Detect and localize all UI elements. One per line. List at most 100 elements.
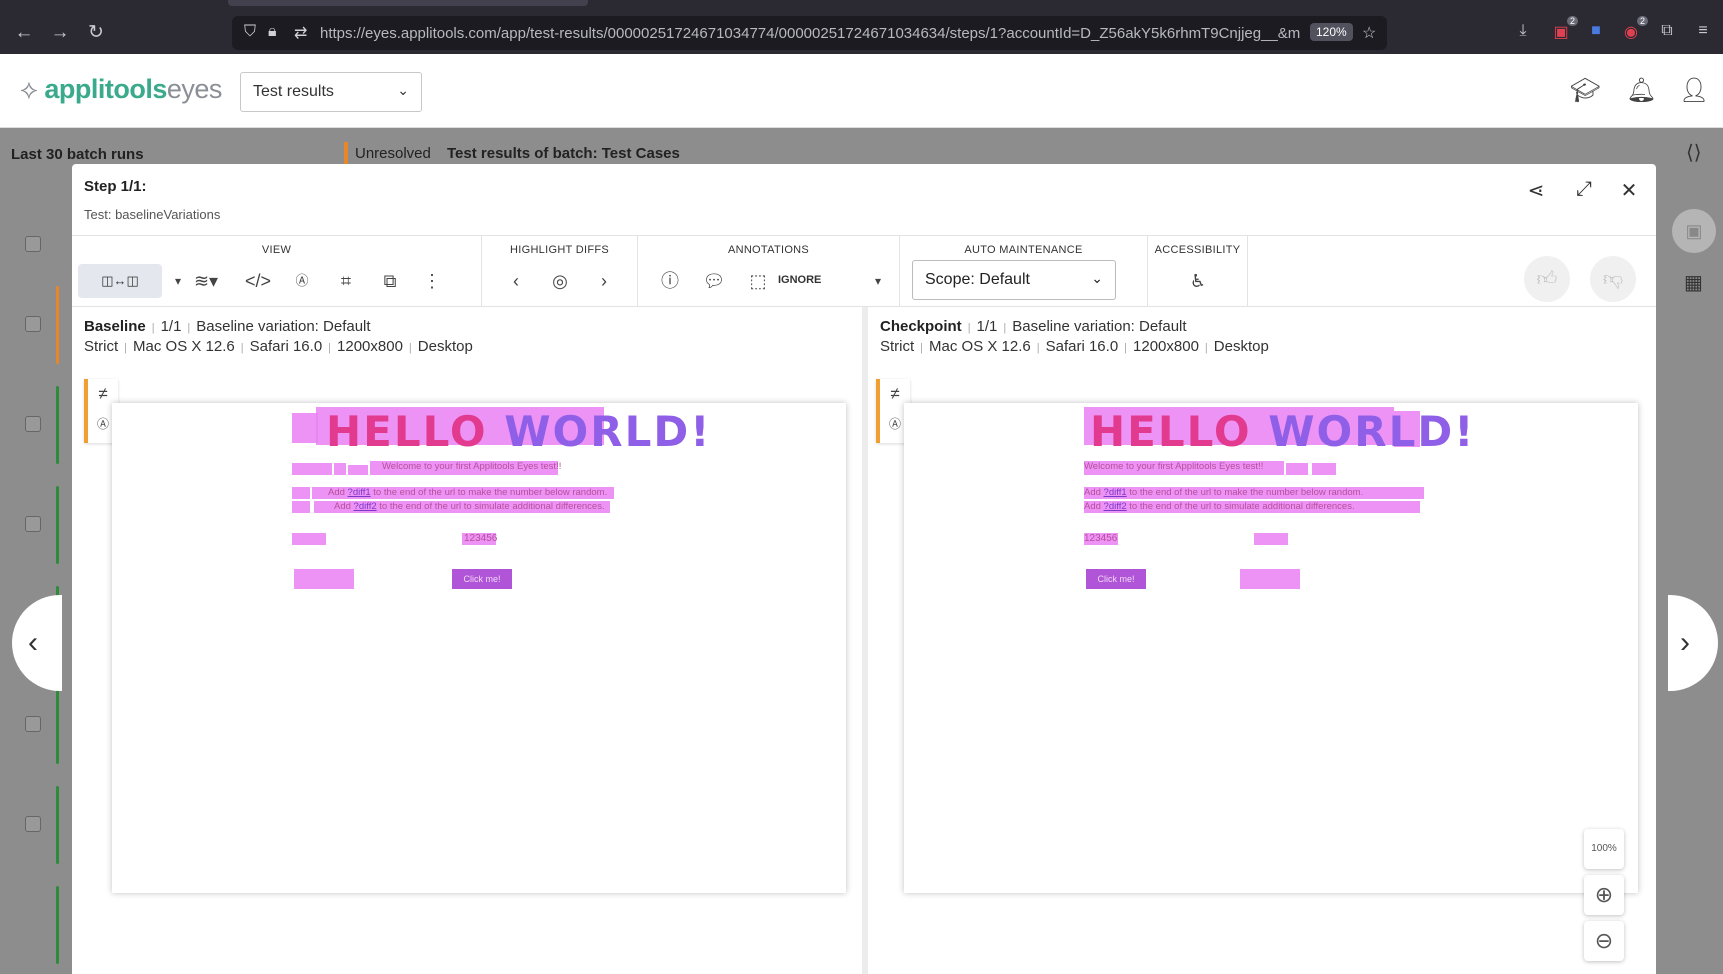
line1-suffix: to the end of the url to make the number… [1126, 487, 1364, 498]
menu-icon[interactable]: ≡ [1692, 22, 1714, 40]
baseline-meta-line2: Strict | Mac OS X 12.6 | Safari 16.0 | 1200x80… [84, 338, 473, 355]
issue-icon[interactable]: ⓘ [654, 266, 686, 296]
instruction-line-1: Add ?diff1 to the end of the url to make… [328, 487, 607, 498]
share-icon[interactable]: ⋖ [1522, 178, 1550, 203]
expand-icon[interactable]: ⤢ [1570, 178, 1598, 201]
accessibility-icon[interactable]: ♿︎ [1182, 266, 1214, 296]
annotation-dropdown-icon[interactable]: ▾ [862, 266, 894, 296]
extension-badge: 2 [1636, 16, 1648, 26]
instruction-line-2: Add ?diff2 to the end of the url to simu… [1084, 501, 1355, 512]
lock-icon[interactable]: 🔒︎ [268, 23, 277, 41]
table-settings-icon[interactable]: ▦ [1684, 270, 1703, 295]
checkpoint-variation: Baseline variation: Default [1012, 318, 1187, 335]
zoom-out-icon[interactable]: ⊖ [1584, 921, 1624, 961]
browser-tab-strip [228, 0, 588, 6]
extensions-icon[interactable]: ⧉ [1656, 22, 1678, 40]
ignore-label[interactable]: IGNORE [778, 274, 821, 286]
thumbs-down-icon[interactable]: 👎︎ [1590, 256, 1636, 302]
checkpoint-os: Mac OS X 12.6 [929, 338, 1031, 355]
forward-icon[interactable]: → [48, 22, 72, 44]
region-select-icon[interactable]: ⧉ [374, 266, 406, 296]
batch-checkbox[interactable] [25, 816, 41, 832]
logo-mark-icon: ⟡ [20, 74, 45, 104]
share-batch-icon[interactable]: ⟨⟩ [1686, 140, 1702, 165]
page-selector-value: Test results [253, 83, 334, 100]
close-icon[interactable]: ✕ [1615, 178, 1643, 203]
hello-world-heading: HELLO WORLD! [326, 407, 711, 456]
learning-cap-icon[interactable]: 🎓︎ [1570, 76, 1600, 105]
next-diff-icon[interactable]: › [588, 266, 620, 296]
previous-step-icon[interactable]: ‹ [12, 595, 62, 691]
url-text[interactable]: https://eyes.applitools.com/app/test-res… [320, 25, 1300, 42]
random-number: 123456 [464, 533, 498, 544]
diff-region [1254, 533, 1288, 545]
diff2-link[interactable]: ?diff2 [1104, 501, 1127, 512]
diff-region [292, 501, 310, 513]
bookmark-star-icon[interactable]: ☆ [1362, 23, 1376, 43]
diff1-link[interactable]: ?diff1 [348, 487, 371, 498]
step-modal: Step 1/1: Test: baselineVariations ⋖ ⤢ ✕… [72, 164, 1656, 974]
extension-badge: 2 [1566, 16, 1578, 26]
checkpoint-step: 1/1 [976, 318, 998, 335]
address-bar[interactable]: ⛉ 🔒︎ ⇄ https://eyes.applitools.com/app/t… [232, 16, 1387, 50]
side-by-side-view-icon[interactable]: ◫↔◫ [78, 264, 162, 298]
comment-icon[interactable]: 💬︎ [698, 266, 730, 296]
permissions-icon[interactable]: ⇄ [294, 23, 307, 43]
user-menu-icon[interactable]: 👤︎ [1679, 76, 1709, 105]
batch-row-status [56, 486, 59, 564]
zoom-in-icon[interactable]: ⊕ [1584, 875, 1624, 915]
layers-icon[interactable]: ≋▾ [190, 266, 222, 296]
highlight-target-icon[interactable]: ◎ [544, 266, 576, 296]
browser-chrome: ← → ↻ ⛉ 🔒︎ ⇄ https://eyes.applitools.com… [0, 0, 1723, 54]
batch-checkbox[interactable] [25, 236, 41, 252]
bell-icon[interactable]: 🔔︎ [1626, 76, 1656, 105]
batch-title: Test results of batch: Test Cases [447, 145, 680, 162]
diff-region [292, 533, 326, 545]
click-me-button[interactable]: Click me! [1086, 569, 1146, 589]
click-me-button[interactable]: Click me! [452, 569, 512, 589]
thumbs-up-icon[interactable]: 👍︎ [1524, 256, 1570, 302]
batch-row-status [56, 886, 59, 964]
batch-checkbox[interactable] [25, 516, 41, 532]
zoom-fit-button[interactable]: 100% [1584, 829, 1624, 869]
applitools-logo[interactable]: ⟡ applitoolseyes [20, 74, 222, 106]
line2-prefix: Add [334, 501, 354, 512]
previous-diff-icon[interactable]: ‹ [500, 266, 532, 296]
baseline-match-level: Strict [84, 338, 119, 355]
extension-pocket-icon[interactable]: ◉ 2 [1620, 16, 1648, 42]
diff2-link[interactable]: ?diff2 [354, 501, 377, 512]
line1-suffix: to the end of the url to make the number… [370, 487, 608, 498]
download-icon[interactable]: ⤓ [1512, 22, 1534, 40]
baseline-panel: Baseline | 1/1 | Baseline variation: Default… [72, 307, 862, 974]
page-selector[interactable]: Test results ⌄ [240, 72, 422, 112]
more-options-icon[interactable]: ⋮ [416, 266, 448, 296]
next-step-icon[interactable]: › [1668, 595, 1718, 691]
welcome-text: Welcome to your first Applitools Eyes te… [382, 461, 562, 472]
save-icon[interactable]: ▣ [1672, 209, 1716, 253]
back-icon[interactable]: ← [12, 22, 36, 44]
diff-region [292, 463, 332, 475]
diff-region [1286, 463, 1308, 475]
annotations-group: ANNOTATIONS ⓘ 💬︎ ⬚ IGNORE ▾ [638, 236, 900, 306]
batch-checkbox[interactable] [25, 716, 41, 732]
extension-red-icon[interactable]: ▣ 2 [1550, 16, 1578, 42]
scope-select[interactable]: Scope: Default ⌄ [912, 260, 1116, 300]
baseline-viewport: 1200x800 [337, 338, 403, 355]
diff1-link[interactable]: ?diff1 [1104, 487, 1127, 498]
extension-blue-icon[interactable]: ■ [1585, 22, 1607, 40]
zoom-level-badge[interactable]: 120% [1310, 23, 1353, 41]
checkpoint-browser: Safari 16.0 [1045, 338, 1119, 355]
batch-row-status [56, 386, 59, 464]
batch-checkbox[interactable] [25, 316, 41, 332]
ab-compare-icon[interactable]: Ⓐ [286, 266, 318, 296]
shield-icon[interactable]: ⛉ [244, 23, 256, 41]
line2-suffix: to the end of the url to simulate additi… [1126, 501, 1355, 512]
batch-checkbox[interactable] [25, 416, 41, 432]
code-icon[interactable]: </> [242, 266, 274, 296]
crop-icon[interactable]: ⌗ [330, 266, 362, 296]
scope-value: Scope: Default [925, 271, 1030, 288]
random-number: 123456 [1084, 533, 1118, 544]
batch-row-status [56, 786, 59, 864]
reload-icon[interactable]: ↻ [84, 22, 108, 44]
ignore-region-icon[interactable]: ⬚ [742, 266, 774, 296]
